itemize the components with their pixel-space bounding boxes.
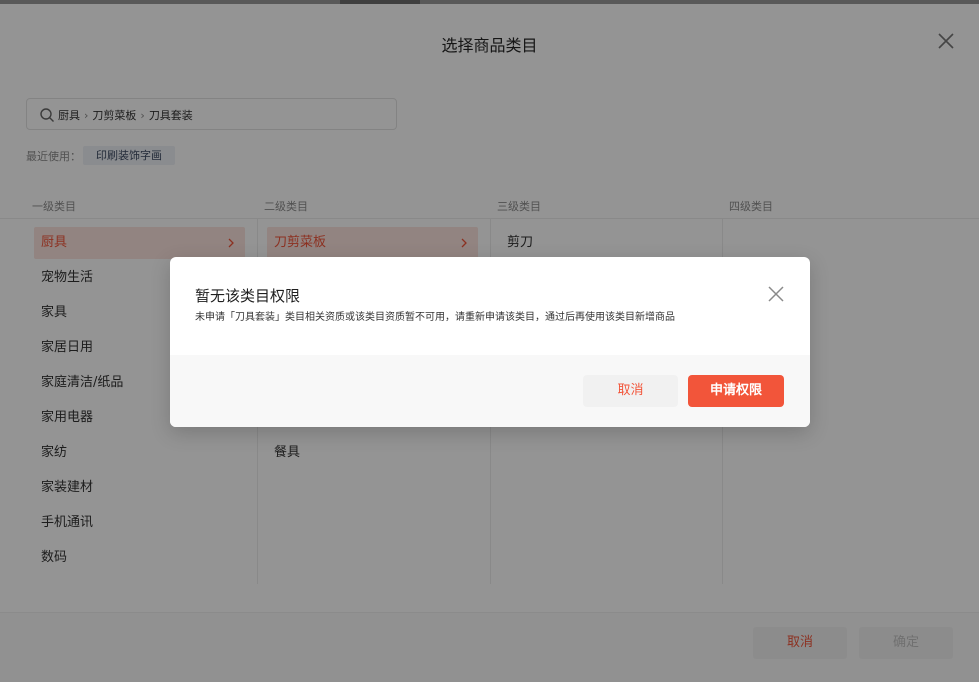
apply-permission-button[interactable]: 申请权限 [688, 375, 784, 407]
modal-description: 未申请「刀具套装」类目相关资质或该类目资质暂不可用，请重新申请该类目，通过后再使… [195, 312, 675, 323]
no-permission-modal: 暂无该类目权限 未申请「刀具套装」类目相关资质或该类目资质暂不可用，请重新申请该… [170, 257, 810, 427]
modal-title: 暂无该类目权限 [195, 287, 301, 305]
close-icon[interactable] [767, 285, 785, 303]
modal-cancel-button[interactable]: 取消 [583, 375, 678, 407]
